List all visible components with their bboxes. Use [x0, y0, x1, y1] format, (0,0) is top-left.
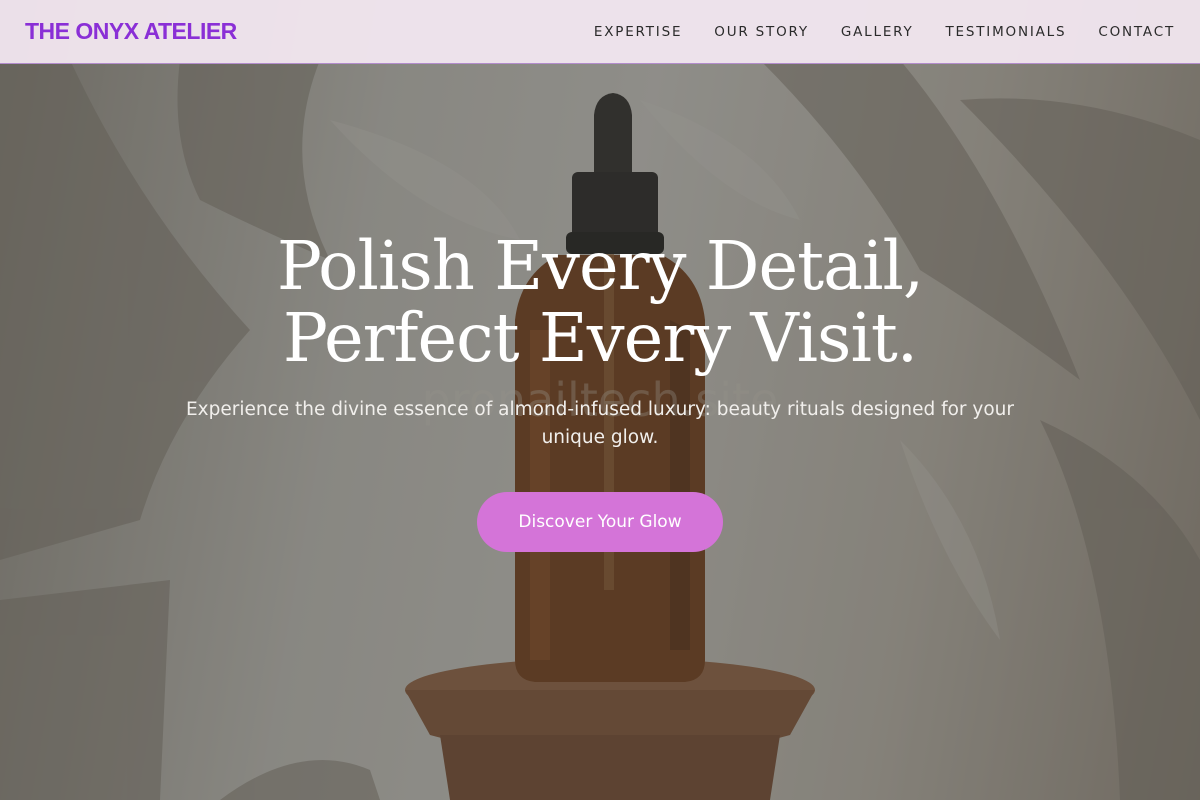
nav-link-gallery[interactable]: GALLERY [841, 24, 914, 40]
hero-title-line-2: Perfect Every Visit. [282, 299, 918, 377]
hero-subtitle: Experience the divine essence of almond-… [185, 399, 1014, 448]
nav-link-our-story[interactable]: OUR STORY [714, 24, 809, 40]
hero-title-line-1: Polish Every Detail, [276, 227, 924, 305]
navbar: THE ONYX ATELIER EXPERTISE OUR STORY GAL… [0, 0, 1200, 64]
hero-title: Polish Every Detail, Perfect Every Visit… [0, 230, 1200, 374]
discover-glow-button[interactable]: Discover Your Glow [477, 492, 723, 552]
hero-content: Polish Every Detail, Perfect Every Visit… [0, 230, 1200, 552]
nav-links: EXPERTISE OUR STORY GALLERY TESTIMONIALS… [594, 23, 1175, 41]
nav-link-testimonials[interactable]: TESTIMONIALS [946, 24, 1067, 40]
nav-link-expertise[interactable]: EXPERTISE [594, 24, 682, 40]
brand-logo[interactable]: THE ONYX ATELIER [25, 18, 237, 45]
nav-link-contact[interactable]: CONTACT [1098, 24, 1175, 40]
